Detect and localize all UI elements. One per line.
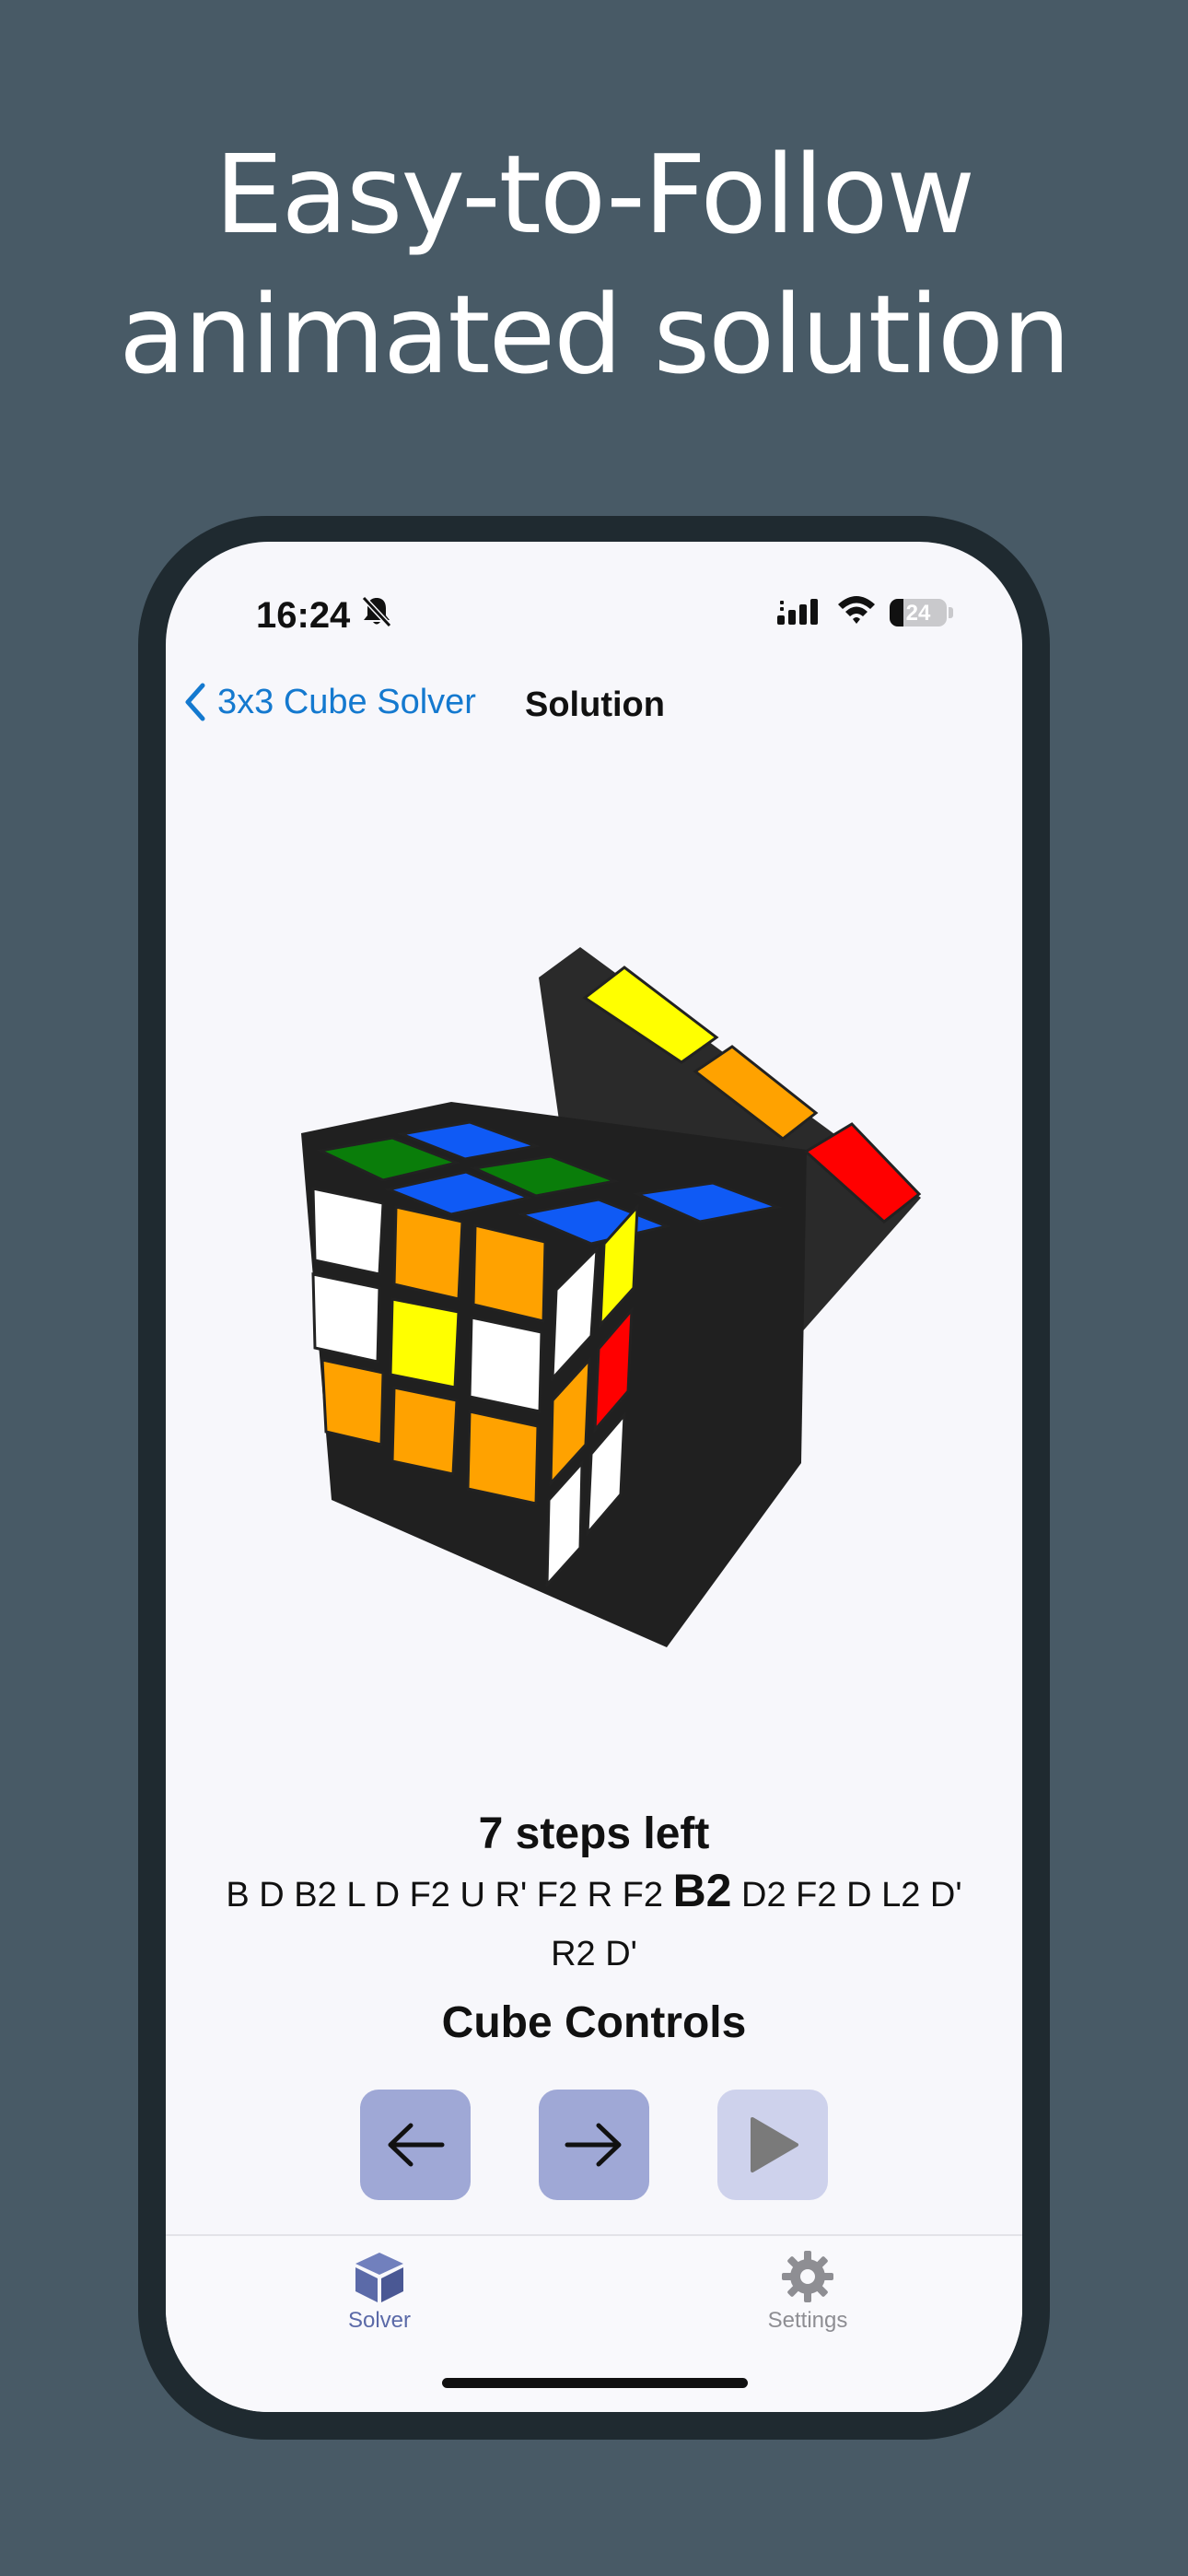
tab-solver[interactable]: Solver xyxy=(306,2249,453,2334)
arrow-right-icon xyxy=(565,2123,622,2167)
home-indicator[interactable] xyxy=(442,2378,748,2388)
tab-settings-label: Settings xyxy=(767,2308,848,2333)
arrow-left-icon xyxy=(388,2123,445,2167)
moves-completed: B D B2 L D F2 U R' F2 R F2 xyxy=(226,1876,673,1914)
gear-icon xyxy=(782,2251,833,2302)
tab-solver-label: Solver xyxy=(347,2308,412,2333)
next-step-button[interactable] xyxy=(539,2090,649,2200)
play-button[interactable] xyxy=(717,2090,828,2200)
headline-line-2: animated solution xyxy=(119,271,1071,398)
headline: Easy-to-Follow animated solution xyxy=(0,124,1188,404)
cube-3d-view[interactable] xyxy=(166,542,1022,1647)
previous-step-button[interactable] xyxy=(360,2090,471,2200)
phone-screen: 16:24 24 3x3 Cube Solver Solution 7 step… xyxy=(166,542,1022,2412)
cube-icon xyxy=(355,2253,403,2302)
phone-frame: 16:24 24 3x3 Cube Solver Solution 7 step… xyxy=(138,516,1050,2440)
steps-left-label: 7 steps left xyxy=(478,1809,710,1858)
headline-line-1: Easy-to-Follow xyxy=(214,131,975,258)
play-icon xyxy=(751,2117,798,2172)
move-sequence: B D B2 L D F2 U R' F2 R F2 B2 D2 F2 D L2… xyxy=(203,1861,985,1984)
current-move: B2 xyxy=(672,1865,732,1916)
controls-title: Cube Controls xyxy=(441,1998,747,2047)
tab-settings[interactable]: Settings xyxy=(734,2249,881,2334)
